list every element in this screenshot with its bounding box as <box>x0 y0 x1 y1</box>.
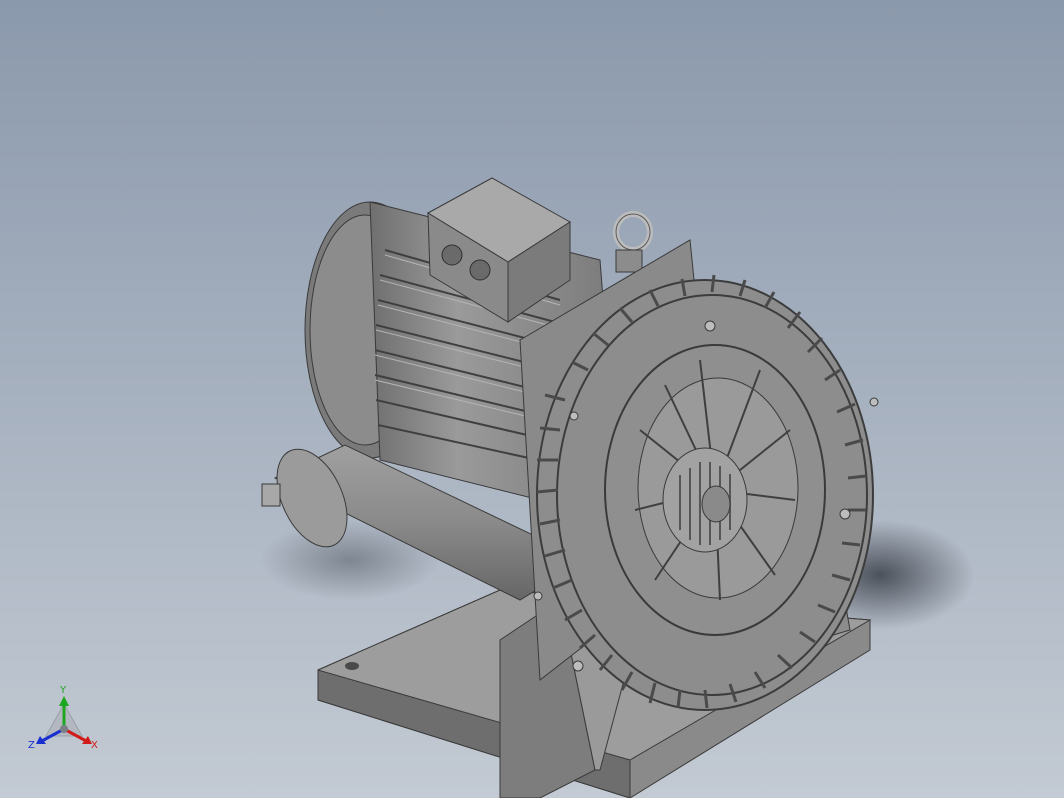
z-axis-label: Z <box>28 740 35 751</box>
blower-model[interactable] <box>0 0 1064 798</box>
blower-housing <box>519 239 879 711</box>
y-axis-label: Y <box>60 685 67 696</box>
lifting-eye <box>613 211 653 273</box>
view-triad: Y X Z <box>22 684 106 758</box>
graphics-viewport[interactable]: Y X Z <box>0 0 1064 798</box>
x-axis-label: X <box>91 740 98 751</box>
